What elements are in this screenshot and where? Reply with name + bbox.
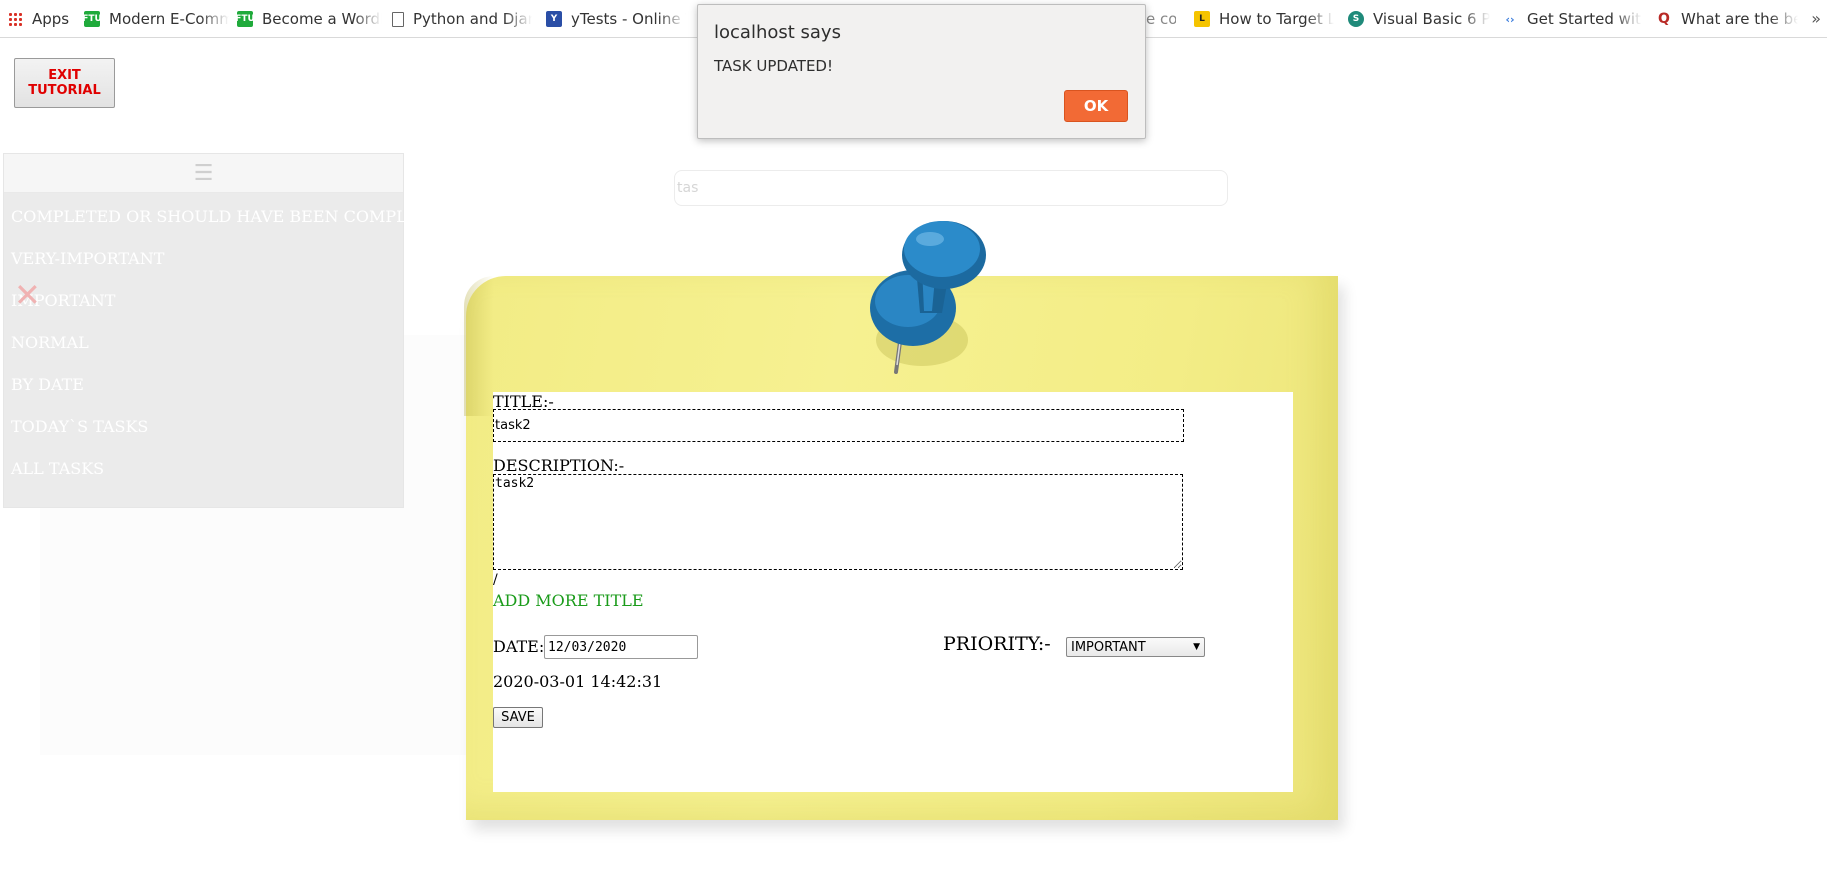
alert-dialog: localhost says TASK UPDATED! OK: [697, 4, 1146, 139]
hamburger-menu-icon[interactable]: ☰: [4, 154, 403, 193]
ytests-icon: Y: [546, 11, 562, 27]
close-icon[interactable]: ✕: [14, 279, 41, 311]
title-input[interactable]: [493, 409, 1184, 442]
description-label: DESCRIPTION:-: [493, 456, 625, 475]
add-more-title-link[interactable]: ADD MORE TITLE: [493, 591, 644, 610]
date-input[interactable]: 12/03/2020: [544, 635, 698, 659]
ok-button[interactable]: OK: [1064, 90, 1128, 122]
dropdown-caret-icon: ▼: [1193, 642, 1200, 652]
bookmark-what-are-the-best[interactable]: Q What are the be: [1656, 9, 1798, 29]
bookmark-modern-ecommerce[interactable]: FTU Modern E-Comm: [84, 9, 229, 29]
ftu-icon: FTU: [84, 11, 102, 27]
date-label: DATE:-: [493, 637, 550, 656]
sidebar-item-all-tasks[interactable]: ALL TASKS: [4, 448, 403, 490]
dialog-message: TASK UPDATED!: [714, 57, 833, 75]
exit-tutorial-button[interactable]: EXIT TUTORIAL: [14, 58, 115, 108]
bookmark-partial[interactable]: e co: [1146, 9, 1176, 29]
priority-select[interactable]: IMPORTANT ▼: [1066, 637, 1205, 657]
bookmark-get-started[interactable]: ‹› Get Started with: [1502, 9, 1642, 29]
dialog-title: localhost says: [714, 22, 841, 43]
save-button[interactable]: SAVE: [493, 707, 543, 728]
lightning-icon: L: [1194, 11, 1210, 27]
sidebar-item-very-important[interactable]: VERY-IMPORTANT: [4, 238, 403, 280]
push-pin-icon: [870, 221, 986, 374]
sidebar-item-normal[interactable]: NORMAL: [4, 322, 403, 364]
page-icon: [392, 11, 404, 27]
search-input[interactable]: [674, 170, 1228, 206]
bookmark-apps[interactable]: Apps: [8, 9, 69, 29]
sidebar-item-completed[interactable]: COMPLETED OR SHOULD HAVE BEEN COMPLETED: [4, 196, 454, 238]
priority-label: PRIORITY:-: [943, 633, 1051, 655]
code-icon: ‹›: [1505, 12, 1515, 26]
separator-slash: /: [493, 572, 498, 588]
sidebar-item-by-date[interactable]: BY DATE: [4, 364, 403, 406]
bookmark-become-wordpress[interactable]: FTU Become a WordP: [237, 9, 382, 29]
sidebar: ☰ COMPLETED OR SHOULD HAVE BEEN COMPLETE…: [3, 153, 454, 508]
sidebar-item-todays-tasks[interactable]: TODAY`S TASKS: [4, 406, 403, 448]
sidebar-menu: COMPLETED OR SHOULD HAVE BEEN COMPLETED …: [4, 196, 454, 490]
bookmark-target-ll[interactable]: L How to Target Ll: [1194, 9, 1334, 29]
quora-icon: Q: [1658, 11, 1670, 27]
vb-icon: S: [1348, 11, 1364, 27]
ftu-icon: FTU: [237, 11, 255, 27]
priority-selected-value: IMPORTANT: [1071, 639, 1146, 655]
apps-grid-icon: [8, 12, 22, 26]
bookmark-ytests[interactable]: Y yTests - Online Te: [546, 9, 686, 29]
bookmark-visual-basic[interactable]: S Visual Basic 6 Pr: [1348, 9, 1490, 29]
bookmark-python-django[interactable]: Python and Djan: [392, 9, 532, 29]
task-form: TITLE:- DESCRIPTION:- task2 / ADD MORE T…: [493, 392, 1293, 792]
description-textarea[interactable]: task2: [493, 474, 1183, 570]
timestamp: 2020-03-01 14:42:31: [493, 672, 663, 691]
bookmarks-overflow-icon[interactable]: »: [1811, 9, 1821, 28]
sidebar-item-important[interactable]: IMPORTANT: [4, 280, 403, 322]
